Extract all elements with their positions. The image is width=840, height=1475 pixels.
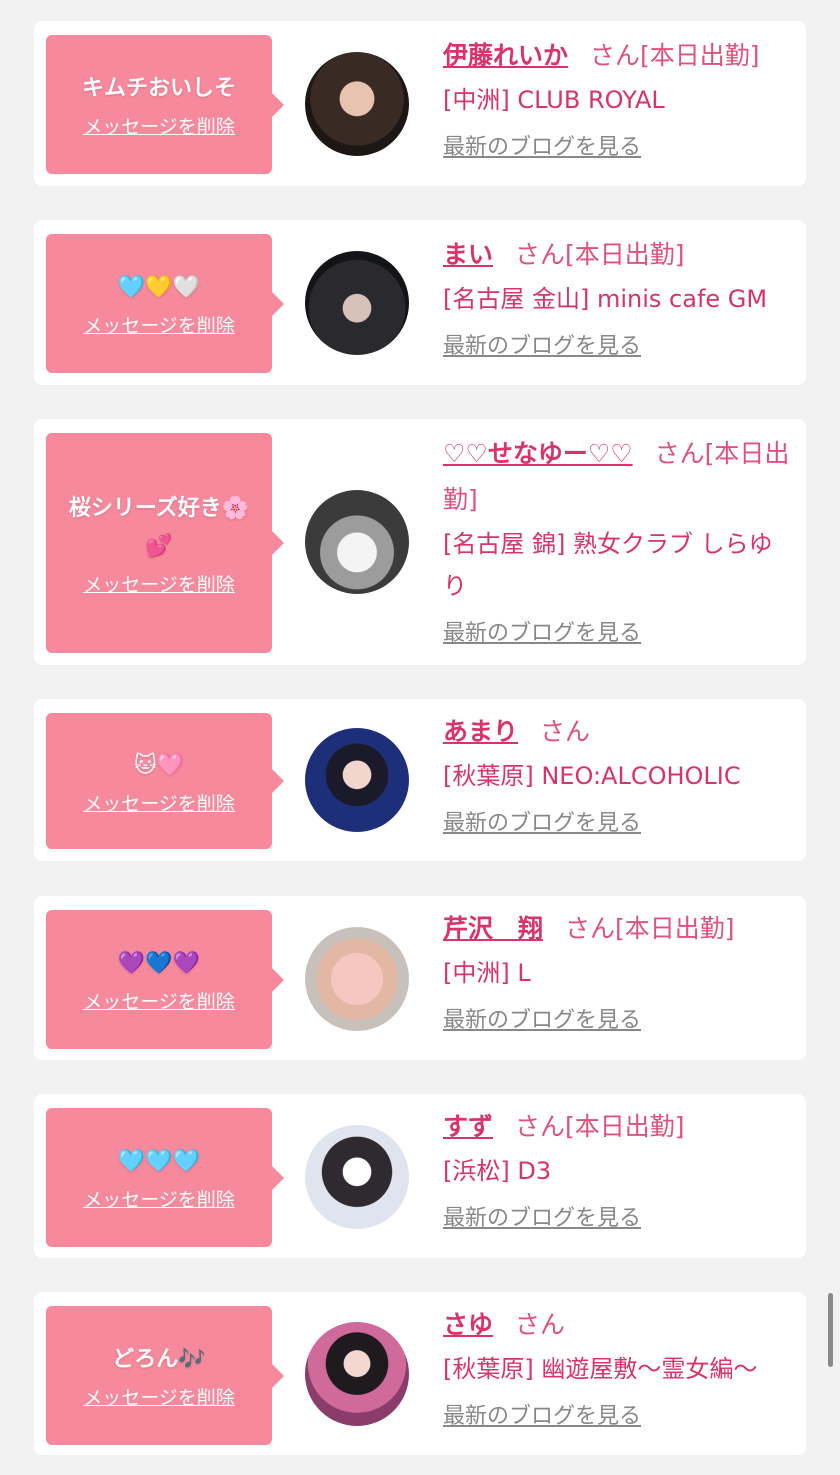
status-badge: [本日出勤] (565, 1112, 685, 1141)
list-item: 桜シリーズ好き🌸💕 メッセージを削除 ♡♡せなゆー♡♡ さん[本日出勤] [名古屋… (34, 419, 806, 665)
status-badge: [本日出勤] (615, 914, 735, 943)
latest-blog-link[interactable]: 最新のブログを見る (443, 1200, 641, 1232)
cast-info: あまり さん [秋葉原] NEO:ALCOHOLIC 最新のブログを見る (443, 709, 793, 837)
avatar[interactable] (305, 490, 409, 594)
delete-message-link[interactable]: メッセージを削除 (83, 987, 235, 1014)
cast-name-link[interactable]: 伊藤れいか (443, 41, 568, 70)
avatar[interactable] (305, 52, 409, 156)
message-text: どろん🎶 (112, 1347, 206, 1372)
avatar[interactable] (305, 1125, 409, 1229)
cast-name-link[interactable]: さゆ (443, 1310, 493, 1339)
delete-message-link[interactable]: メッセージを削除 (83, 789, 235, 816)
message-bubble: 💜💙💜 メッセージを削除 (46, 910, 284, 1049)
san-label: さん (540, 717, 591, 746)
message-bubble: 🩵💛🤍 メッセージを削除 (46, 234, 284, 373)
list-item: 💜💙💜 メッセージを削除 芹沢 翔さん[本日出勤] [中洲] L 最新のブログを… (34, 896, 806, 1060)
message-bubble: 桜シリーズ好き🌸💕 メッセージを削除 (46, 433, 284, 653)
avatar[interactable] (305, 728, 409, 832)
san-label: さん (654, 439, 705, 468)
list-item: キムチおいしそ メッセージを削除 伊藤れいか さん[本日出勤] [中洲] CLUB… (34, 21, 806, 186)
shop-name: [中洲] CLUB ROYAL (443, 86, 665, 114)
san-label: さん (515, 240, 566, 269)
list-item: 🩵💛🤍 メッセージを削除 まい さん[本日出勤] [名古屋 金山] minis c… (34, 220, 806, 385)
message-text: キムチおいしそ (81, 76, 236, 101)
message-text: 💜💙💜 (117, 951, 201, 976)
list-item: どろん🎶 メッセージを削除 さゆ さん [秋葉原] 幽遊屋敷～霊女編～ 最新のブロ… (34, 1292, 806, 1455)
cast-info: まい さん[本日出勤] [名古屋 金山] minis cafe GM 最新のブログ… (443, 232, 793, 360)
shop-name: [名古屋 錦] 熟女クラブ しらゆり (443, 530, 773, 600)
message-bubble: 🩵🩵🩵 メッセージを削除 (46, 1108, 284, 1247)
cast-info: 芹沢 翔さん[本日出勤] [中洲] L 最新のブログを見る (443, 906, 793, 1034)
cast-info: 伊藤れいか さん[本日出勤] [中洲] CLUB ROYAL 最新のブログを見る (443, 33, 793, 161)
cast-info: さゆ さん [秋葉原] 幽遊屋敷～霊女編～ 最新のブログを見る (443, 1302, 793, 1430)
san-label: さん (565, 914, 616, 943)
message-bubble: 🐱🩷 メッセージを削除 (46, 713, 284, 849)
cast-name-link[interactable]: あまり (443, 717, 518, 746)
status-badge: [本日出勤] (565, 240, 685, 269)
latest-blog-link[interactable]: 最新のブログを見る (443, 615, 641, 647)
shop-name: [浜松] D3 (443, 1157, 552, 1185)
latest-blog-link[interactable]: 最新のブログを見る (443, 1398, 641, 1430)
delete-message-link[interactable]: メッセージを削除 (83, 311, 235, 338)
cast-name-link[interactable]: まい (443, 240, 493, 269)
shop-name: [名古屋 金山] minis cafe GM (443, 285, 768, 313)
latest-blog-link[interactable]: 最新のブログを見る (443, 1002, 641, 1034)
cast-name-link[interactable]: すず (443, 1112, 493, 1141)
delete-message-link[interactable]: メッセージを削除 (83, 112, 235, 139)
message-text: 🩵🩵🩵 (117, 1149, 201, 1174)
cast-info: ♡♡せなゆー♡♡ さん[本日出勤] [名古屋 錦] 熟女クラブ しらゆり 最新のブ… (443, 431, 793, 647)
delete-message-link[interactable]: メッセージを削除 (83, 1185, 235, 1212)
list-item: 🩵🩵🩵 メッセージを削除 すず さん[本日出勤] [浜松] D3 最新のブログを見… (34, 1094, 806, 1258)
message-bubble: キムチおいしそ メッセージを削除 (46, 35, 284, 174)
latest-blog-link[interactable]: 最新のブログを見る (443, 328, 641, 360)
shop-name: [秋葉原] 幽遊屋敷～霊女編～ (443, 1355, 758, 1383)
avatar[interactable] (305, 927, 409, 1031)
cast-info: すず さん[本日出勤] [浜松] D3 最新のブログを見る (443, 1104, 793, 1232)
avatar[interactable] (305, 1322, 409, 1426)
san-label: さん (515, 1310, 566, 1339)
message-bubble: どろん🎶 メッセージを削除 (46, 1306, 284, 1445)
message-text: 桜シリーズ好き🌸💕 (68, 495, 250, 559)
san-label: さん (515, 1112, 566, 1141)
cast-name-link[interactable]: 芹沢 翔 (443, 914, 543, 943)
delete-message-link[interactable]: メッセージを削除 (83, 570, 235, 597)
message-text: 🐱🩷 (133, 752, 185, 778)
shop-name: [中洲] L (443, 959, 531, 987)
latest-blog-link[interactable]: 最新のブログを見る (443, 129, 641, 161)
delete-message-link[interactable]: メッセージを削除 (83, 1383, 235, 1410)
list-item: 🐱🩷 メッセージを削除 あまり さん [秋葉原] NEO:ALCOHOLIC 最新… (34, 699, 806, 861)
shop-name: [秋葉原] NEO:ALCOHOLIC (443, 762, 741, 790)
avatar[interactable] (305, 251, 409, 355)
san-label: さん (590, 41, 641, 70)
scrollbar[interactable] (828, 1293, 833, 1367)
latest-blog-link[interactable]: 最新のブログを見る (443, 805, 641, 837)
message-text: 🩵💛🤍 (117, 275, 201, 300)
status-badge: [本日出勤] (640, 41, 760, 70)
cast-name-link[interactable]: ♡♡せなゆー♡♡ (443, 439, 633, 468)
